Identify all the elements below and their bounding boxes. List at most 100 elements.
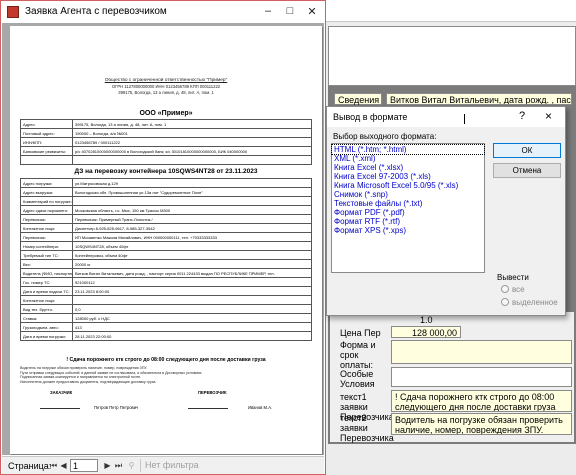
radio-selected[interactable]: выделенное bbox=[501, 298, 558, 307]
table-row: Контактное лицо: bbox=[20, 295, 312, 305]
row-value: ул.Матросовская д.129 bbox=[72, 178, 312, 188]
format-list[interactable]: HTML (*.htm; *.html) XML (*.xml) Книга Exc… bbox=[331, 143, 485, 273]
help-icon[interactable]: ? bbox=[519, 110, 525, 122]
empty-return-notice: ! Сдача порожнего ктк строго до 08:00 сл… bbox=[66, 357, 266, 363]
carrier-sign-line bbox=[188, 408, 228, 409]
table-row: Дата и время подачи ТС: 23.11.2023 8:00:0… bbox=[20, 286, 312, 296]
close-icon[interactable]: ✕ bbox=[305, 5, 319, 18]
row-value: 28.11.2023 22:00:00 bbox=[72, 331, 312, 341]
row-value: 10SQWS4NT28, объем 40фт bbox=[72, 241, 312, 251]
row-value: 20000 кг bbox=[72, 259, 312, 269]
dialog-title: Вывод в формате bbox=[333, 112, 408, 122]
output-range-group: Вывести все выделенное bbox=[493, 273, 563, 311]
next-page-icon[interactable]: ▶ bbox=[102, 460, 113, 471]
table-row: Гос. номер ТС: 921000112 bbox=[20, 277, 312, 287]
mouse-cursor-icon bbox=[464, 114, 470, 124]
customer-sign-line bbox=[40, 408, 80, 409]
row-key: Вес: bbox=[20, 259, 73, 269]
report-page: Общество с ограниченной ответственностью… bbox=[10, 26, 322, 454]
customer-role: ЗАКАЗЧИК bbox=[50, 390, 73, 395]
output-group-title: Вывести bbox=[497, 273, 529, 282]
org-ogrn: ОГРН 1127800000000 ИНН 0123456789 КПП 00… bbox=[111, 84, 221, 89]
driver-label: Сведения о bbox=[334, 93, 382, 115]
format-item[interactable]: Книга Excel (*.xlsx) bbox=[332, 163, 484, 172]
filter-icon[interactable]: ⚲ bbox=[126, 460, 137, 471]
company-name: ООО «Пример» bbox=[139, 110, 193, 117]
filter-status[interactable]: Нет фильтра bbox=[140, 459, 199, 472]
row-key: Водитель (ФИО, паспортные данные): bbox=[20, 268, 73, 278]
format-item[interactable]: Книга Microsoft Excel 5.0/95 (*.xls) bbox=[332, 181, 484, 190]
row-key: Контактное лицо: bbox=[20, 223, 73, 233]
row-value: 399175, Вологда, 13 а линия, д. 48, лит.… bbox=[72, 119, 312, 129]
carrier-name: Иванов М.А. bbox=[248, 405, 273, 410]
row-value: 921000112 bbox=[72, 277, 312, 287]
row-key: Дата и время погрузки: bbox=[20, 331, 73, 341]
row-value: Московская область, г.о. Мыс, 150 км Тра… bbox=[72, 205, 312, 215]
format-item[interactable]: Книга Excel 97-2003 (*.xls) bbox=[332, 172, 484, 181]
last-page-icon[interactable]: ⏭ bbox=[113, 460, 124, 471]
dialog-close-icon[interactable]: × bbox=[545, 109, 552, 123]
row-value: 413 bbox=[72, 322, 312, 332]
table-row: Грузоподъем. авто: 413 bbox=[20, 322, 312, 332]
table-row: Водитель (ФИО, паспортные данные):Витков… bbox=[20, 268, 312, 278]
row-key bbox=[20, 155, 73, 165]
table-row: ИНН/КПП: 0123456789 / 000111222 bbox=[20, 137, 312, 147]
row-value: Перевозчик: Примерный Транс-Логистик / bbox=[72, 214, 312, 224]
form-frame bbox=[328, 26, 576, 86]
price-field[interactable]: 128 000,00 bbox=[391, 326, 461, 338]
row-value bbox=[72, 196, 312, 206]
payment-label: Форма и срок оплаты: bbox=[340, 340, 376, 370]
row-value: Диспетчер 8-925-825-9617, 8-985-327-3542 bbox=[72, 223, 312, 233]
signature-block: ЗАКАЗЧИК Петров Петр Петрович ПЕРЕВОЗЧИК… bbox=[20, 390, 312, 420]
transport-table: Адрес погрузки: ул.Матросовская д.129 Адре… bbox=[20, 178, 312, 341]
driver-field[interactable]: Витков Витал Витальевич, дата рожд. , па… bbox=[386, 93, 572, 105]
maximize-icon[interactable]: □ bbox=[283, 5, 297, 17]
row-value: 0123456789 / 000111222 bbox=[72, 137, 312, 147]
report-window-title: Заявка Агента с перевозчиком bbox=[25, 6, 167, 17]
ok-button[interactable]: ОК bbox=[493, 143, 561, 158]
row-key: ИНН/КПП: bbox=[20, 137, 73, 147]
row-value: Контейнеровоз, объем 40фт bbox=[72, 250, 312, 260]
page-number-input[interactable] bbox=[70, 459, 98, 472]
row-value: р/с 40702810000000000000 в Вологодский б… bbox=[72, 146, 312, 156]
report-titlebar: Заявка Агента с перевозчиком – □ ✕ bbox=[1, 1, 325, 23]
row-value: 190000 – Вологда, а/я №001 bbox=[72, 128, 312, 138]
row-key: Вид тех. брутто: bbox=[20, 304, 73, 314]
format-list-label: Выбор выходного формата: bbox=[333, 132, 437, 141]
table-row: Перевозчик: Перевозчик: Примерный Транс-Л… bbox=[20, 214, 312, 224]
minimize-icon[interactable]: – bbox=[261, 5, 275, 17]
special-field[interactable] bbox=[391, 367, 572, 387]
row-key: Грузоподъем. авто: bbox=[20, 322, 73, 332]
output-value: 1.0 bbox=[420, 315, 433, 325]
format-item[interactable]: HTML (*.htm; *.html) bbox=[331, 144, 485, 155]
row-key: Адрес сдачи порожнего: bbox=[20, 205, 73, 215]
table-row: Адрес: 399175, Вологда, 13 а линия, д. 48… bbox=[20, 119, 312, 129]
report-preview-area[interactable]: Общество с ограниченной ответственностью… bbox=[2, 23, 324, 455]
access-report-icon bbox=[7, 6, 19, 18]
row-value: Вологодская обл. Промышленная ул.13а лит… bbox=[72, 187, 312, 197]
table-row: Требуемый тип ТС: Контейнеровоз, объем 40… bbox=[20, 250, 312, 260]
prev-page-icon[interactable]: ◀ bbox=[58, 460, 69, 471]
text2-field[interactable]: Водитель на погрузке обязан проверить на… bbox=[391, 413, 572, 435]
payment-field[interactable] bbox=[391, 340, 572, 364]
format-item[interactable]: Формат XPS (*.xps) bbox=[332, 226, 484, 235]
table-row: Вид тех. брутто: 0,0 bbox=[20, 304, 312, 314]
format-item[interactable]: Формат RTF (*.rtf) bbox=[332, 217, 484, 226]
row-key: Ставка: bbox=[20, 313, 73, 323]
page-label: Страница: bbox=[8, 461, 52, 471]
radio-all[interactable]: все bbox=[501, 285, 525, 294]
row-value bbox=[72, 155, 312, 165]
format-item[interactable]: Текстовые файлы (*.txt) bbox=[332, 199, 484, 208]
format-item[interactable]: XML (*.xml) bbox=[332, 154, 484, 163]
org-name: Общество с ограниченной ответственностью… bbox=[104, 78, 228, 83]
row-key: Банковские реквизиты: bbox=[20, 146, 73, 156]
price-label: Цена Пер bbox=[340, 328, 381, 338]
row-key: Дата и время подачи ТС: bbox=[20, 286, 73, 296]
text1-field[interactable]: ! Сдача порожнего ктк строго до 08:00 сл… bbox=[391, 390, 572, 412]
format-item[interactable]: Снимок (*.snp) bbox=[332, 190, 484, 199]
table-row: Адрес погрузки: ул.Матросовская д.129 bbox=[20, 178, 312, 188]
row-key: Адрес погрузки: bbox=[20, 178, 73, 188]
cancel-button[interactable]: Отмена bbox=[493, 163, 561, 178]
table-row bbox=[20, 155, 312, 165]
format-item[interactable]: Формат PDF (*.pdf) bbox=[332, 208, 484, 217]
